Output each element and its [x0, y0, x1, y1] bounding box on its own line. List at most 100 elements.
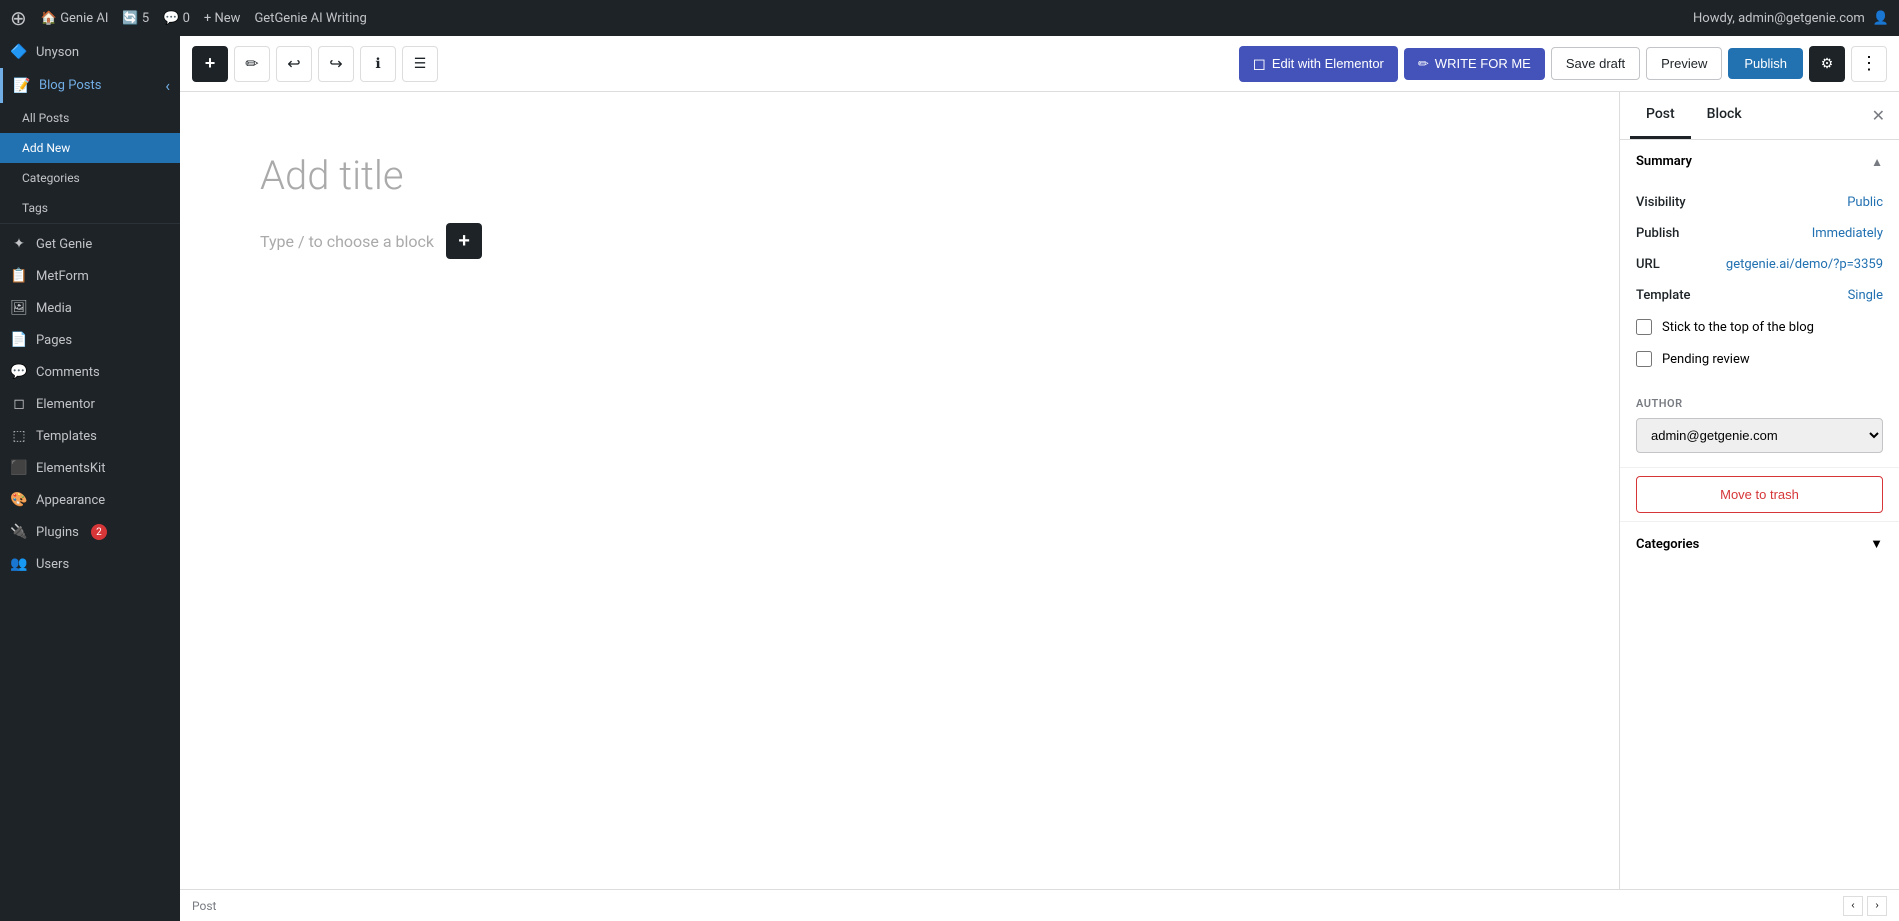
sidebar-item-unyson[interactable]: 🔷 Unyson — [0, 36, 180, 68]
sidebar-item-metform[interactable]: 📋 MetForm — [0, 260, 180, 292]
preview-button[interactable]: Preview — [1646, 47, 1722, 80]
sidebar-item-label: All Posts — [22, 111, 69, 125]
scroll-right-button[interactable]: › — [1867, 896, 1887, 916]
add-block-toolbar-button[interactable]: + — [192, 46, 228, 82]
panel-close-button[interactable]: ✕ — [1868, 102, 1889, 129]
sidebar-item-users[interactable]: 👥 Users — [0, 548, 180, 580]
categories-chevron-icon: ▼ — [1870, 536, 1883, 552]
comments-icon: 💬 — [10, 364, 28, 380]
sidebar-item-plugins[interactable]: 🔌 Plugins 2 — [0, 516, 180, 548]
metform-icon: 📋 — [10, 268, 28, 284]
sidebar-item-tags[interactable]: Tags — [0, 193, 180, 223]
editor-canvas[interactable]: Add title Type / to choose a block + — [180, 92, 1619, 889]
comments-count: 0 — [183, 11, 190, 26]
admin-bar-updates[interactable]: 🔄 5 — [122, 11, 149, 26]
author-select[interactable]: admin@getgenie.com — [1636, 418, 1883, 453]
sidebar: 🔷 Unyson 📝 Blog Posts ‹ All Posts Add Ne… — [0, 36, 180, 921]
publish-button[interactable]: Publish — [1728, 48, 1803, 79]
summary-section: Summary ▲ Visibility Public Publish Imme… — [1620, 140, 1899, 468]
unyson-icon: 🔷 — [10, 44, 28, 60]
pending-review-checkbox[interactable] — [1636, 351, 1652, 367]
list-view-button[interactable]: ☰ — [402, 46, 438, 82]
updates-count: 5 — [142, 11, 149, 26]
url-link[interactable]: getgenie.ai/demo/?p=3359 — [1726, 257, 1883, 272]
add-block-button[interactable]: + — [446, 223, 482, 259]
editor-toolbar: + ✏ ↩ ↪ ℹ ☰ ◻ Edit with Elementor ✏ WRIT… — [180, 36, 1899, 92]
stick-to-top-checkbox[interactable] — [1636, 319, 1652, 335]
admin-bar-plugin[interactable]: GetGenie AI Writing — [254, 11, 366, 26]
publish-row: Publish Immediately — [1636, 218, 1883, 249]
url-value[interactable]: getgenie.ai/demo/?p=3359 — [1726, 257, 1883, 272]
panel-tabs: Post Block ✕ — [1620, 92, 1899, 140]
admin-bar-comments[interactable]: 💬 0 — [163, 11, 190, 26]
categories-header[interactable]: Categories ▼ — [1620, 522, 1899, 566]
template-value[interactable]: Single — [1848, 288, 1883, 303]
info-button[interactable]: ℹ — [360, 46, 396, 82]
summary-chevron-icon: ▲ — [1871, 155, 1883, 169]
stick-to-top-row: Stick to the top of the blog — [1636, 311, 1883, 343]
author-section: AUTHOR admin@getgenie.com — [1620, 389, 1899, 467]
sidebar-item-pages[interactable]: 📄 Pages — [0, 324, 180, 356]
sidebar-item-label: ElementsKit — [36, 461, 105, 476]
edit-with-elementor-button[interactable]: ◻ Edit with Elementor — [1239, 46, 1398, 82]
sidebar-item-all-posts[interactable]: All Posts — [0, 103, 180, 133]
site-name: Genie AI — [60, 11, 108, 26]
sidebar-item-label: Appearance — [36, 493, 105, 508]
url-row: URL getgenie.ai/demo/?p=3359 — [1636, 249, 1883, 280]
sidebar-item-label: Tags — [22, 201, 48, 215]
sidebar-item-elementor[interactable]: ◻ Elementor — [0, 388, 180, 420]
sidebar-item-comments[interactable]: 💬 Comments — [0, 356, 180, 388]
write-for-me-button[interactable]: ✏ WRITE FOR ME — [1404, 48, 1545, 80]
sidebar-item-label: Get Genie — [36, 237, 92, 252]
visibility-value[interactable]: Public — [1847, 195, 1883, 210]
wp-logo-icon[interactable]: ⊕ — [10, 6, 27, 30]
save-draft-button[interactable]: Save draft — [1551, 47, 1640, 80]
sidebar-item-blog-posts[interactable]: 📝 Blog Posts ‹ — [0, 68, 180, 103]
sidebar-item-label: MetForm — [36, 269, 89, 284]
sidebar-item-elementskit[interactable]: ⬛ ElementsKit — [0, 452, 180, 484]
scroll-left-button[interactable]: ‹ — [1843, 896, 1863, 916]
scroll-controls: ‹ › — [1843, 896, 1887, 916]
sidebar-item-label: Users — [36, 557, 69, 572]
post-title-input[interactable]: Add title — [260, 152, 1539, 199]
undo-button[interactable]: ↩ — [276, 46, 312, 82]
template-row: Template Single — [1636, 280, 1883, 311]
url-label: URL — [1636, 257, 1660, 272]
move-to-trash-button[interactable]: Move to trash — [1636, 476, 1883, 513]
get-genie-icon: ✦ — [10, 236, 28, 252]
right-panel: Post Block ✕ Summary ▲ Visibility Public — [1619, 92, 1899, 889]
sidebar-item-media[interactable]: 🖼 Media — [0, 292, 180, 324]
plugins-badge: 2 — [91, 524, 107, 540]
sidebar-item-label: Unyson — [36, 45, 79, 60]
placeholder-text: Type / to choose a block — [260, 232, 434, 251]
elementskit-icon: ⬛ — [10, 460, 28, 476]
redo-button[interactable]: ↪ — [318, 46, 354, 82]
editor-bottom: Post ‹ › — [180, 889, 1899, 921]
sidebar-item-get-genie[interactable]: ✦ Get Genie — [0, 228, 180, 260]
template-label: Template — [1636, 288, 1691, 303]
blog-posts-icon: 📝 — [13, 78, 31, 94]
sidebar-item-categories[interactable]: Categories — [0, 163, 180, 193]
admin-bar-greeting[interactable]: Howdy, admin@getgenie.com — [1693, 11, 1865, 26]
more-options-button[interactable]: ⋮ — [1851, 46, 1887, 82]
tab-block[interactable]: Block — [1691, 92, 1758, 139]
visibility-row: Visibility Public — [1636, 187, 1883, 218]
summary-header[interactable]: Summary ▲ — [1620, 140, 1899, 183]
edit-elementor-label: Edit with Elementor — [1272, 56, 1384, 71]
publish-value[interactable]: Immediately — [1812, 226, 1883, 241]
admin-bar-home[interactable]: 🏠 Genie AI — [41, 11, 109, 26]
write-for-me-label: WRITE FOR ME — [1435, 56, 1531, 71]
sidebar-item-appearance[interactable]: 🎨 Appearance — [0, 484, 180, 516]
visibility-label: Visibility — [1636, 195, 1686, 210]
plugins-icon: 🔌 — [10, 524, 28, 540]
summary-title: Summary — [1636, 154, 1692, 169]
editor-content: Add title Type / to choose a block + Pos… — [180, 92, 1899, 889]
settings-button[interactable]: ⚙ — [1809, 46, 1845, 82]
admin-bar-new[interactable]: + New — [204, 11, 241, 26]
sidebar-item-add-new[interactable]: Add New — [0, 133, 180, 163]
tab-post[interactable]: Post — [1630, 92, 1691, 139]
pending-review-label: Pending review — [1662, 352, 1750, 367]
edit-button[interactable]: ✏ — [234, 46, 270, 82]
pending-review-row: Pending review — [1636, 343, 1883, 375]
sidebar-item-templates[interactable]: ⬚ Templates — [0, 420, 180, 452]
